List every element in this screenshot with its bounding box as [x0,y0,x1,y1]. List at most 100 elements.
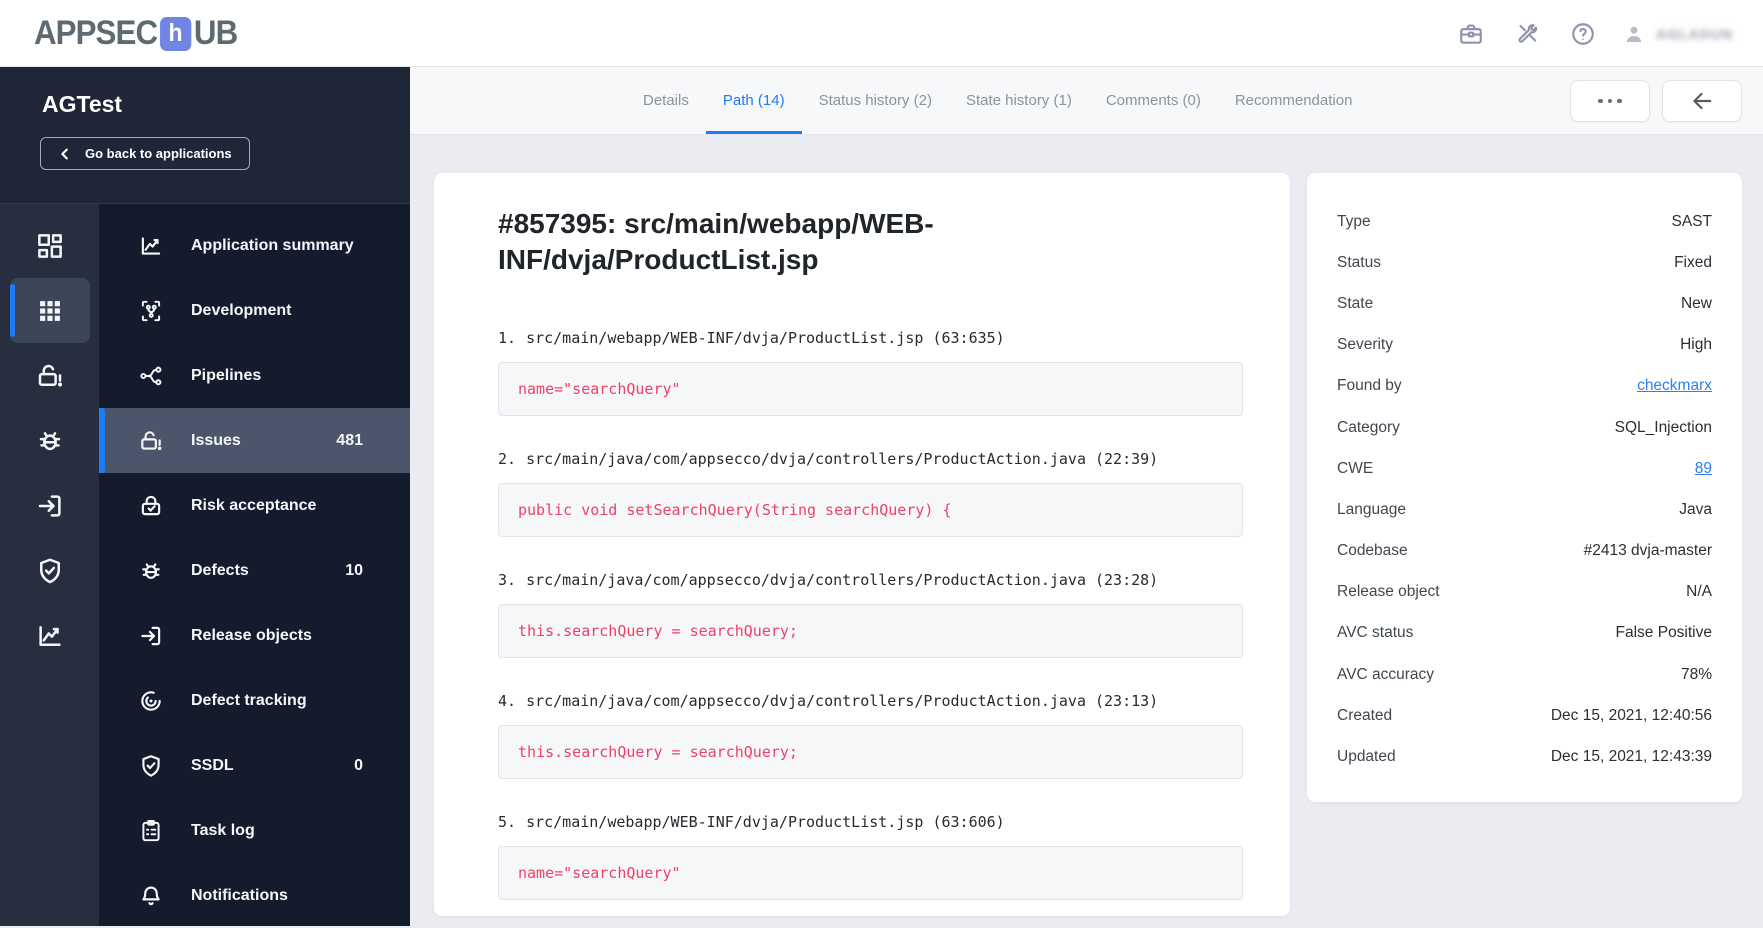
rail-bug-icon[interactable] [0,408,99,473]
detail-value: Java [1679,500,1712,518]
sidebar-item-label: Application summary [191,236,354,254]
issue-path-card: #857395: src/main/webapp/WEB-INF/dvja/Pr… [434,173,1290,916]
sidebar-item-label: Risk acceptance [191,496,317,514]
tab-comments[interactable]: Comments (0) [1089,67,1218,134]
code-snippet: name="searchQuery" [518,864,681,882]
sidebar-item-defect-tracking[interactable]: Defect tracking [99,668,410,733]
detail-row-created: Created Dec 15, 2021, 12:40:56 [1337,695,1712,736]
path-step: 4. src/main/java/com/appsecco/dvja/contro… [498,691,1243,779]
path-step-location: 3. src/main/java/com/appsecco/dvja/contro… [498,570,1243,591]
rail-apps-grid-icon[interactable] [10,278,90,343]
sidebar-item-defects[interactable]: Defects 10 [99,538,410,603]
sidebar-item-label: Defects [191,561,249,579]
detail-value: SQL_Injection [1614,418,1712,436]
detail-label: Type [1337,212,1371,230]
code-snippet: this.searchQuery = searchQuery; [518,743,798,761]
detail-row-state: State New [1337,283,1712,324]
found-by-link[interactable]: checkmarx [1637,377,1712,395]
chevron-left-icon [58,147,72,161]
sidebar-item-ssdl[interactable]: SSDL 0 [99,733,410,798]
rail-line-chart-icon[interactable] [0,603,99,668]
detail-value: Dec 15, 2021, 12:43:39 [1550,748,1712,766]
top-bar: APPSEC h UB AGLADUN [0,0,1763,67]
logo-accent-letter: h [168,19,183,47]
help-icon[interactable] [1570,21,1596,47]
back-button[interactable] [1662,80,1742,122]
tab-status-history[interactable]: Status history (2) [802,67,949,134]
sidebar-item-label: Release objects [191,626,312,644]
detail-row-release-object: Release object N/A [1337,572,1712,613]
path-step-number: 5. [498,813,517,831]
sidebar-item-release-objects[interactable]: Release objects [99,603,410,668]
user-avatar-icon [1622,22,1646,46]
go-back-label: Go back to applications [85,146,232,161]
detail-label: Created [1337,706,1393,724]
icon-rail [0,204,99,926]
sidebar-item-application-summary[interactable]: Application summary [99,213,410,278]
detail-row-avc-accuracy: AVC accuracy 78% [1337,654,1712,695]
briefcase-icon[interactable] [1458,21,1484,47]
defects-count-badge: 10 [345,561,363,579]
sidebar-item-risk-acceptance[interactable]: Risk acceptance [99,473,410,538]
detail-row-codebase: Codebase #2413 dvja-master [1337,531,1712,572]
path-step: 2. src/main/java/com/appsecco/dvja/contro… [498,449,1243,537]
lock-check-icon [138,493,164,519]
rail-unlock-alert-icon[interactable] [0,343,99,408]
detail-label: State [1337,294,1374,312]
detail-value: High [1680,336,1712,354]
tab-details[interactable]: Details [626,67,706,134]
code-snippet: this.searchQuery = searchQuery; [518,622,798,640]
code-snippet-box: this.searchQuery = searchQuery; [498,725,1243,779]
issue-title: #857395: src/main/webapp/WEB-INF/dvja/Pr… [498,208,934,275]
logo-text-suffix: UB [193,14,238,52]
rail-shield-check-icon[interactable] [0,538,99,603]
path-step-number: 4. [498,692,517,710]
more-actions-button[interactable] [1570,80,1650,122]
path-step-number: 1. [498,329,517,347]
detail-row-status: Status Fixed [1337,242,1712,283]
cwe-link[interactable]: 89 [1695,460,1712,478]
detail-label: Found by [1337,377,1402,395]
sidebar-header: AGTest Go back to applications [0,67,410,203]
detail-value: #2413 dvja-master [1583,542,1712,560]
sidebar-item-notifications[interactable]: Notifications [99,863,410,928]
detail-value: SAST [1671,212,1712,230]
path-step-file: src/main/java/com/appsecco/dvja/controll… [526,450,1159,468]
path-step-location: 2. src/main/java/com/appsecco/dvja/contro… [498,449,1243,470]
appsechub-logo[interactable]: APPSEC h UB [34,0,238,67]
tab-path[interactable]: Path (14) [705,67,802,134]
sidebar-item-label: Task log [191,821,255,839]
detail-label: Category [1337,418,1400,436]
detail-row-updated: Updated Dec 15, 2021, 12:43:39 [1337,736,1712,777]
detail-row-language: Language Java [1337,489,1712,530]
tab-state-history[interactable]: State history (1) [949,67,1089,134]
path-step: 5. src/main/webapp/WEB-INF/dvja/ProductLi… [498,812,1243,900]
code-snippet: public void setSearchQuery(String search… [518,501,952,519]
detail-value: N/A [1686,583,1712,601]
path-step-file: src/main/java/com/appsecco/dvja/controll… [526,571,1159,589]
user-menu[interactable]: AGLADUN [1622,0,1733,67]
tab-recommendation[interactable]: Recommendation [1218,67,1370,134]
tools-icon[interactable] [1514,21,1540,47]
sidebar-item-pipelines[interactable]: Pipelines [99,343,410,408]
pipeline-fork-icon [138,363,164,389]
sidebar-item-issues[interactable]: Issues 481 [99,408,410,473]
sidebar-item-label: Defect tracking [191,691,307,709]
unlock-alert-icon [138,428,164,454]
sidebar-item-task-log[interactable]: Task log [99,798,410,863]
code-snippet-box: name="searchQuery" [498,362,1243,416]
rail-enter-box-icon[interactable] [0,473,99,538]
sidebar-item-development[interactable]: Development [99,278,410,343]
path-step-file: src/main/webapp/WEB-INF/dvja/ProductList… [526,329,1005,347]
sidebar-item-label: Notifications [191,886,288,904]
bug-icon [138,558,164,584]
go-back-to-applications-button[interactable]: Go back to applications [40,137,250,170]
rail-dashboard-icon[interactable] [0,213,99,278]
logo-text-prefix: APPSEC [34,14,158,52]
logo-h-tile: h [159,16,192,51]
code-branch-icon [138,298,164,324]
detail-value: Dec 15, 2021, 12:40:56 [1550,706,1712,724]
path-step: 1. src/main/webapp/WEB-INF/dvja/ProductLi… [498,328,1243,416]
detail-row-category: Category SQL_Injection [1337,407,1712,448]
sidebar-item-label: Pipelines [191,366,262,384]
